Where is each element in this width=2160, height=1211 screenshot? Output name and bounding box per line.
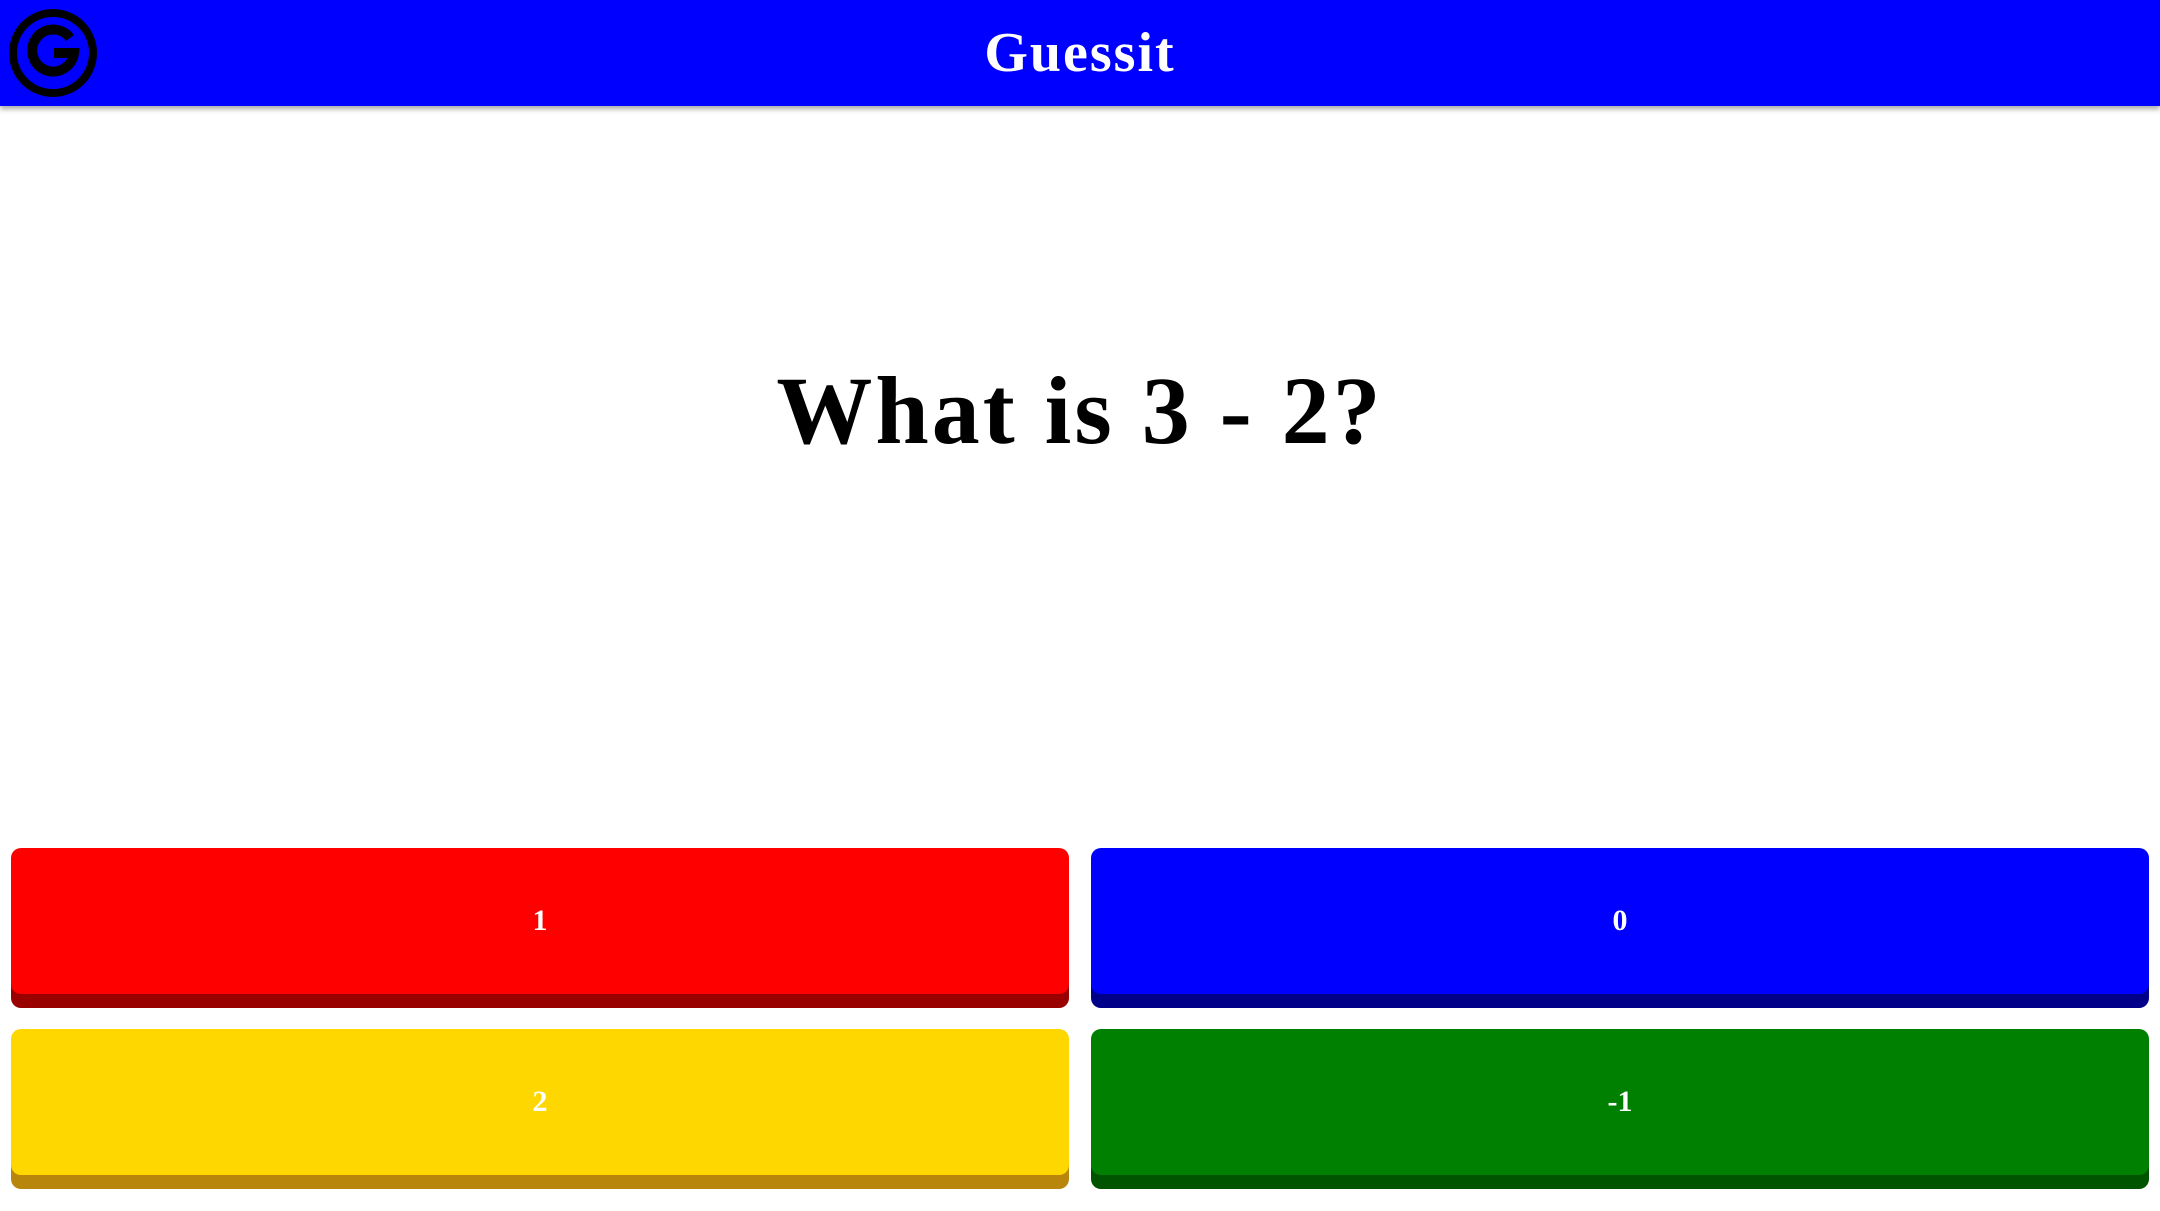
- answer-button-neg1[interactable]: -1: [1091, 1029, 2149, 1175]
- app-title: Guessit: [984, 22, 1176, 84]
- answer-label: -1: [1607, 1085, 1633, 1118]
- answer-label: 1: [532, 904, 548, 937]
- answer-button-2[interactable]: 2: [11, 1029, 1069, 1175]
- answer-label: 2: [532, 1085, 548, 1118]
- answer-label: 0: [1612, 904, 1628, 937]
- answer-button-1[interactable]: 1: [11, 848, 1069, 994]
- answer-button-0[interactable]: 0: [1091, 848, 2149, 994]
- question-text: What is 3 - 2?: [776, 357, 1384, 464]
- app-header: Guessit: [0, 0, 2160, 106]
